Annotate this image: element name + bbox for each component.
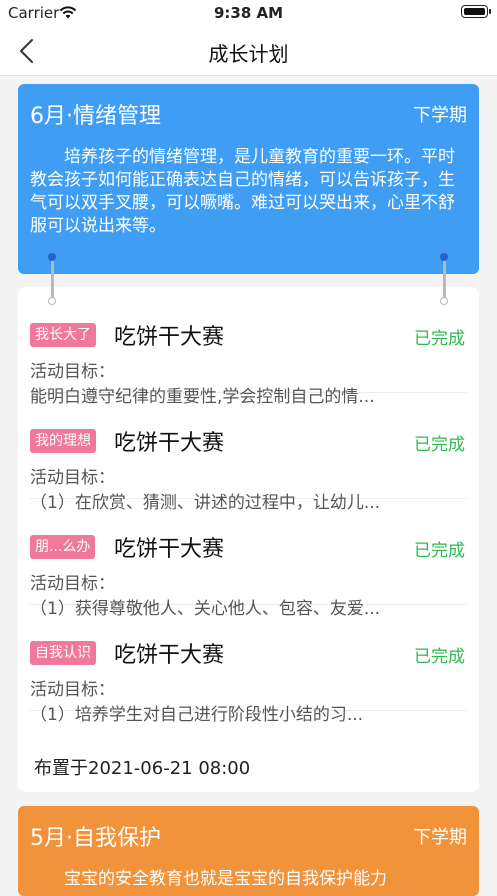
activity-item[interactable]: 我长大了 吃饼干大赛 已完成 活动目标： 能明白遵守纪律的重要性,学会控制自己的…: [30, 287, 467, 407]
activity-item[interactable]: 我的理想 吃饼干大赛 已完成 活动目标： （1）在欣赏、猜测、讲述的过程中，让幼…: [30, 393, 467, 513]
activity-goal-label: 活动目标：: [30, 574, 115, 594]
status-bar: Carrier 9:38 AM: [0, 0, 497, 26]
activity-goal: （1）培养学生对自己进行阶段性小结的习...: [30, 705, 364, 725]
status-time: 9:38 AM: [213, 4, 284, 22]
plan-description: 培养孩子的情绪管理，是儿童教育的重要一环。平时教会孩子如何能正确表达自己的情绪，…: [30, 147, 455, 236]
activity-item[interactable]: 朋...么办 吃饼干大赛 已完成 活动目标： （1）获得尊敬他人、关心他人、包容…: [30, 499, 467, 619]
activity-goal-label: 活动目标：: [30, 680, 115, 700]
activity-name: 吃饼干大赛: [114, 643, 225, 668]
activity-tag: 自我认识: [30, 641, 96, 665]
activity-status: 已完成: [414, 435, 465, 455]
page-title: 成长计划: [208, 42, 289, 66]
activity-name: 吃饼干大赛: [114, 537, 225, 562]
plan-description: 宝宝的安全教育也就是宝宝的自我保护能力: [64, 869, 387, 889]
activity-card: 我长大了 吃饼干大赛 已完成 活动目标： 能明白遵守纪律的重要性,学会控制自己的…: [18, 253, 479, 792]
activity-item[interactable]: 自我认识 吃饼干大赛 已完成 活动目标： （1）培养学生对自己进行阶段性小结的习…: [30, 605, 467, 725]
battery-icon: [461, 5, 491, 18]
activity-name: 吃饼干大赛: [114, 431, 225, 456]
nav-bar: 成长计划: [0, 26, 497, 76]
assigned-timestamp: 布置于2021-06-21 08:00: [34, 758, 251, 779]
activity-tag: 我的理想: [30, 429, 96, 453]
activity-status: 已完成: [414, 329, 465, 349]
plan-title: 5月·自我保护: [30, 826, 161, 851]
activity-name: 吃饼干大赛: [114, 325, 225, 350]
activity-goal-label: 活动目标：: [30, 362, 115, 382]
plan-term: 下学期: [413, 827, 467, 848]
activity-status: 已完成: [414, 541, 465, 561]
plan-title: 6月·情绪管理: [30, 104, 161, 129]
activity-tag: 我长大了: [30, 323, 96, 347]
activity-status: 已完成: [414, 647, 465, 667]
plan-term: 下学期: [413, 105, 467, 126]
activity-tag: 朋...么办: [30, 535, 96, 559]
plan-header-june[interactable]: 6月·情绪管理 下学期 培养孩子的情绪管理，是儿童教育的重要一环。平时教会孩子如…: [18, 84, 479, 274]
activity-goal-label: 活动目标：: [30, 468, 115, 488]
